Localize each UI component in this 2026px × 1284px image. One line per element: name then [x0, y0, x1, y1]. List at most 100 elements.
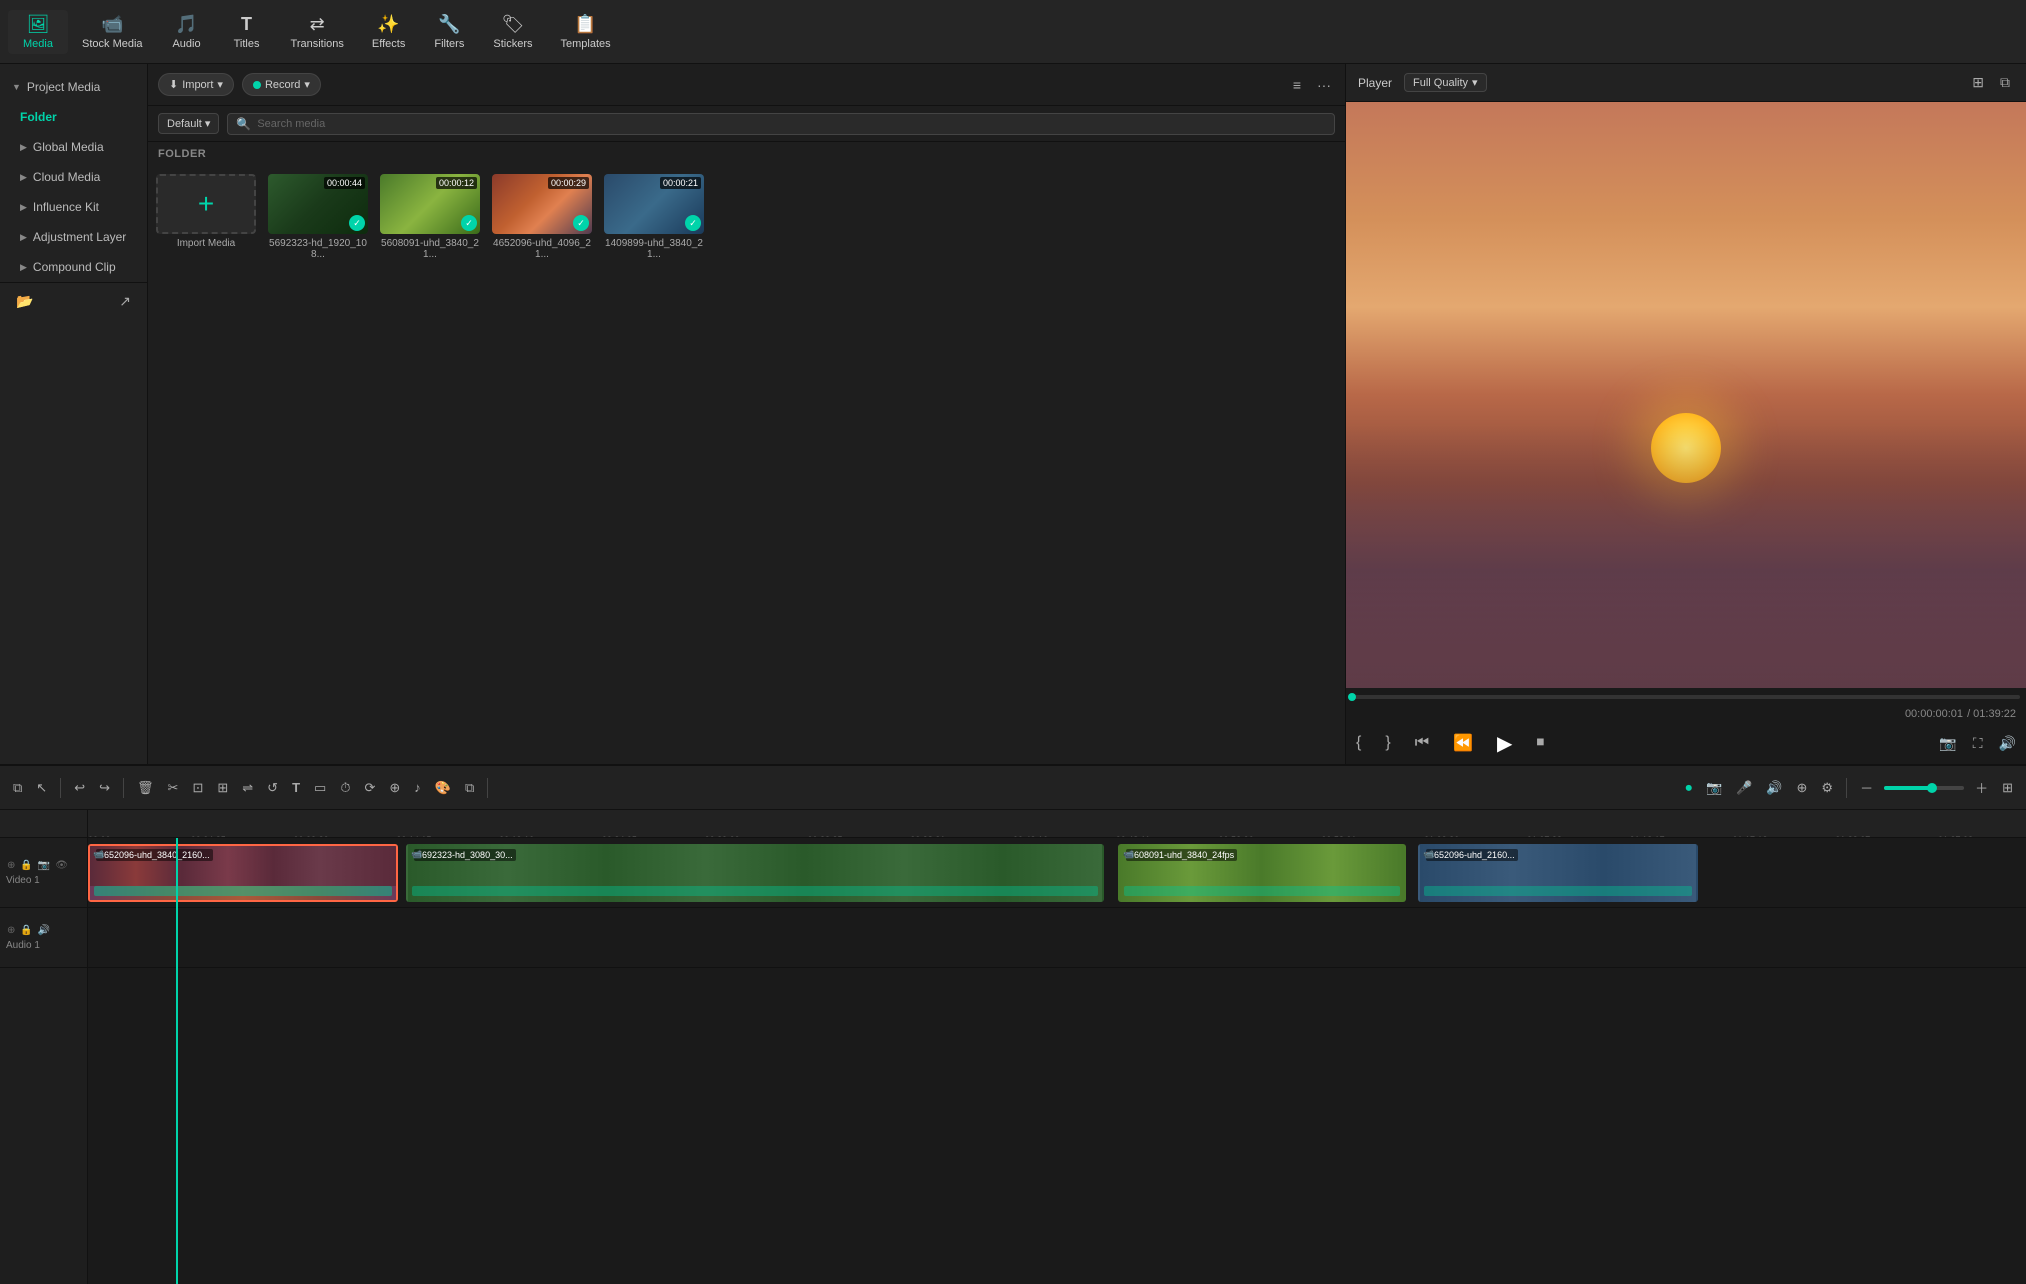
toolbar-templates[interactable]: 📋 Templates	[546, 10, 624, 54]
progress-bar[interactable]	[1352, 695, 2020, 699]
tl-undo-btn[interactable]: ↩	[69, 776, 90, 800]
mark-out-button[interactable]: }	[1381, 730, 1394, 756]
sidebar-export-btn[interactable]: ↗	[115, 291, 135, 312]
toolbar-transitions[interactable]: ⇄ Transitions	[277, 10, 358, 54]
tl-record-btn[interactable]: ⏺	[1680, 776, 1697, 800]
tl-speaker-btn[interactable]: 🔊	[1761, 776, 1787, 800]
sidebar-item-project-media[interactable]: ▼ Project Media	[0, 72, 147, 102]
sidebar-item-global-media[interactable]: ▶ Global Media	[0, 132, 147, 162]
total-time: / 01:39:22	[1967, 708, 2016, 720]
tl-select-btn[interactable]: ↖	[31, 776, 52, 800]
search-input[interactable]	[257, 118, 1326, 130]
toolbar-titles-label: Titles	[234, 38, 260, 50]
progress-dot	[1348, 693, 1356, 701]
mark-in-button[interactable]: {	[1352, 730, 1365, 756]
tl-split-btn[interactable]: ⧉	[8, 776, 27, 800]
sidebar-item-folder[interactable]: Folder	[0, 102, 147, 132]
media-item-vid1[interactable]: 00:00:44 ✓ 5692323-hd_1920_108...	[268, 174, 368, 260]
default-chevron-icon: ▾	[205, 117, 211, 130]
zoom-out-btn[interactable]: －	[1855, 774, 1878, 801]
tl-timer-btn[interactable]: ⏱	[335, 776, 355, 800]
tl-color-btn[interactable]: 🎨	[430, 776, 456, 800]
timeline-main: 00:0000:04:2500:09:2000:14:1500:19:1000:…	[88, 810, 2026, 1284]
snapshot-button[interactable]: 📷	[1935, 733, 1960, 754]
toolbar-audio[interactable]: 🎵 Audio	[157, 10, 217, 54]
sidebar-item-cloud-media[interactable]: ▶ Cloud Media	[0, 162, 147, 192]
tl-text-btn[interactable]: T	[287, 776, 305, 799]
track-video1-lock-btn[interactable]: 🔒	[19, 859, 33, 872]
tl-reverse-btn[interactable]: ↺	[262, 776, 283, 800]
more-options-button[interactable]: ···	[1313, 75, 1335, 95]
rewind-button[interactable]: ⏮	[1411, 730, 1433, 756]
quality-chevron-icon: ▾	[1472, 76, 1478, 89]
tl-flip-btn[interactable]: ⇌	[237, 776, 258, 800]
tl-redo-btn[interactable]: ↪	[94, 776, 115, 800]
clip-c1-label: 4652096-uhd_3840_2160...	[96, 849, 213, 861]
track-audio1-lock-btn[interactable]: 🔒	[19, 924, 33, 937]
tl-add-track-btn[interactable]: ⊕	[1792, 776, 1813, 800]
media-item-vid3[interactable]: 00:00:29 ✓ 4652096-uhd_4096_21...	[492, 174, 592, 260]
zoom-in-btn[interactable]: ＋	[1970, 774, 1993, 801]
tl-camera-btn[interactable]: 📷	[1701, 776, 1727, 800]
toolbar-media[interactable]: 🖼 Media	[8, 10, 68, 54]
tl-settings-btn[interactable]: ⚙	[1816, 776, 1838, 800]
tl-mic-btn[interactable]: 🎤	[1731, 776, 1757, 800]
media-thumb-vid2: 00:00:12 ✓	[380, 174, 480, 234]
zoom-slider[interactable]	[1884, 786, 1964, 790]
tl-pip-btn[interactable]: ⧉	[460, 776, 479, 800]
fullscreen-button[interactable]: ⛶	[1969, 733, 1987, 754]
tl-crop-btn[interactable]: ⊡	[187, 776, 208, 800]
track-audio1-speaker-btn[interactable]: 🔊	[37, 924, 51, 937]
sidebar-item-compound-clip[interactable]: ▶ Compound Clip	[0, 252, 147, 282]
zoom-slider-container: － ＋	[1855, 774, 1993, 801]
media-item-vid4[interactable]: 00:00:21 ✓ 1409899-uhd_3840_21...	[604, 174, 704, 260]
toolbar-stickers[interactable]: 🏷 Stickers	[479, 10, 546, 54]
volume-button[interactable]: 🔊	[1995, 733, 2020, 754]
clip-block-c3[interactable]: 5608091-uhd_3840_24fps 📹	[1118, 844, 1406, 902]
track-video1-add-btn[interactable]: ⊕	[6, 859, 16, 872]
sidebar-folder-btn[interactable]: 📂	[12, 291, 37, 312]
quality-selector[interactable]: Full Quality ▾	[1404, 73, 1487, 92]
tl-transform-btn[interactable]: ⊞	[212, 776, 233, 800]
sidebar-compound-label: Compound Clip	[33, 260, 116, 274]
media-toolbar: ⬇ Import ▾ Record ▾ ≡ ···	[148, 64, 1345, 106]
clip-block-c1[interactable]: 4652096-uhd_3840_2160... 📹	[88, 844, 398, 902]
preview-pip-btn[interactable]: ⧉	[1996, 72, 2014, 93]
preview-progress-bar-container[interactable]	[1346, 688, 2026, 706]
toolbar-templates-label: Templates	[560, 38, 610, 50]
clip-c4-audio-bar	[1424, 886, 1692, 896]
tl-delete-btn[interactable]: 🗑	[132, 776, 159, 800]
sidebar-item-adjustment-layer[interactable]: ▶ Adjustment Layer	[0, 222, 147, 252]
tl-frame-btn[interactable]: ▭	[309, 776, 331, 800]
sidebar-cloud-media-label: Cloud Media	[33, 170, 100, 184]
toolbar-titles[interactable]: T Titles	[217, 10, 277, 54]
filter-button[interactable]: ≡	[1289, 75, 1305, 95]
preview-grid-btn[interactable]: ⊞	[1968, 72, 1988, 93]
record-chevron-icon: ▾	[304, 78, 310, 91]
audio-icon: 🎵	[175, 14, 197, 35]
clip-block-c4[interactable]: 4652096-uhd_2160... 📹	[1418, 844, 1698, 902]
step-back-button[interactable]: ⏪	[1449, 729, 1477, 757]
import-button[interactable]: ⬇ Import ▾	[158, 73, 234, 96]
play-button[interactable]: ▶	[1493, 727, 1516, 760]
tl-grid-btn[interactable]: ⊞	[1997, 776, 2018, 800]
default-filter-button[interactable]: Default ▾	[158, 113, 219, 134]
clip-block-c2[interactable]: 5692323-hd_3080_30... 📹	[406, 844, 1104, 902]
tl-stabilize-btn[interactable]: ⊕	[384, 776, 405, 800]
sidebar-item-influence-kit[interactable]: ▶ Influence Kit	[0, 192, 147, 222]
timeline-toolbar: ⧉ ↖ ↩ ↪ 🗑 ✂ ⊡ ⊞ ⇌ ↺ T ▭ ⏱ ⟳ ⊕ ♪ 🎨 ⧉ ⏺ 📷 …	[0, 766, 2026, 810]
toolbar-filters[interactable]: 🔧 Filters	[419, 10, 479, 54]
import-media-item[interactable]: + Import Media	[156, 174, 256, 260]
toolbar-stock-media[interactable]: 📹 Stock Media	[68, 10, 157, 54]
record-button[interactable]: Record ▾	[242, 73, 321, 96]
track-audio1-add-btn[interactable]: ⊕	[6, 924, 16, 937]
tl-speed-btn[interactable]: ⟳	[359, 776, 380, 800]
tl-audio-btn[interactable]: ♪	[409, 776, 426, 799]
toolbar-effects[interactable]: ✨ Effects	[358, 10, 419, 54]
track-row-video1: 4652096-uhd_3840_2160... 📹 5692323-hd_30…	[88, 838, 2026, 908]
track-video1-camera-btn[interactable]: 📷	[37, 859, 51, 872]
stop-button[interactable]: ⏹	[1532, 730, 1548, 756]
tl-cut-btn[interactable]: ✂	[163, 776, 184, 800]
track-video1-eye-btn[interactable]: 👁	[54, 859, 69, 872]
media-item-vid2[interactable]: 00:00:12 ✓ 5608091-uhd_3840_21...	[380, 174, 480, 260]
